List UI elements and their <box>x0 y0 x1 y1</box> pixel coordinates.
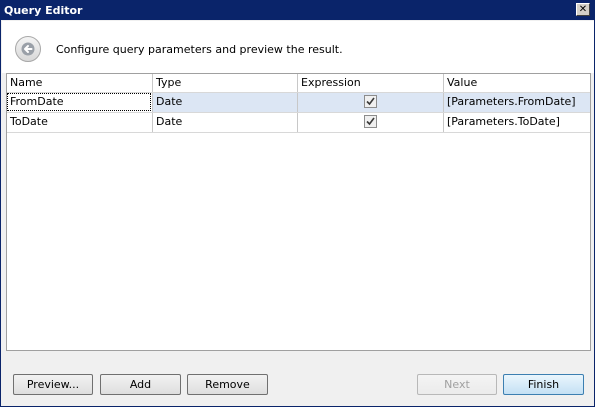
window-title: Query Editor <box>4 4 83 17</box>
back-button[interactable] <box>15 36 41 62</box>
cell-expression[interactable] <box>298 113 444 132</box>
back-arrow-icon <box>21 42 35 56</box>
preview-button[interactable]: Preview... <box>13 374 93 395</box>
header-panel: Configure query parameters and preview t… <box>2 21 594 73</box>
next-button[interactable]: Next <box>417 374 497 395</box>
checkmark-icon <box>366 117 375 126</box>
focus-rectangle <box>7 93 151 111</box>
close-button[interactable]: ✕ <box>576 3 590 16</box>
expression-checkbox[interactable] <box>364 115 377 128</box>
cell-name[interactable]: FromDate <box>7 93 153 112</box>
cell-name[interactable]: ToDate <box>7 113 153 132</box>
grid-header: Name Type Expression Value <box>7 74 590 93</box>
query-editor-dialog: Query Editor ✕ Configure query parameter… <box>0 0 595 407</box>
column-header-name[interactable]: Name <box>7 74 153 92</box>
finish-button[interactable]: Finish <box>503 374 584 395</box>
add-button[interactable]: Add <box>100 374 181 395</box>
cell-value[interactable]: [Parameters.ToDate] <box>444 113 590 132</box>
column-header-value[interactable]: Value <box>444 74 590 92</box>
subtitle: Configure query parameters and preview t… <box>56 43 343 56</box>
cell-type[interactable]: Date <box>153 113 298 132</box>
title-bar[interactable]: Query Editor ✕ <box>1 1 594 20</box>
remove-button[interactable]: Remove <box>187 374 268 395</box>
cell-type[interactable]: Date <box>153 93 298 112</box>
table-row[interactable]: ToDate Date [Parameters.ToDate] <box>7 113 590 133</box>
expression-checkbox[interactable] <box>364 95 377 108</box>
column-header-type[interactable]: Type <box>153 74 298 92</box>
cell-value[interactable]: [Parameters.FromDate] <box>444 93 590 112</box>
checkmark-icon <box>366 97 375 106</box>
column-header-expression[interactable]: Expression <box>298 74 444 92</box>
cell-expression[interactable] <box>298 93 444 112</box>
table-row[interactable]: FromDate Date [Parameters.FromDate] <box>7 93 590 113</box>
parameters-grid: Name Type Expression Value FromDate Date… <box>6 73 591 351</box>
